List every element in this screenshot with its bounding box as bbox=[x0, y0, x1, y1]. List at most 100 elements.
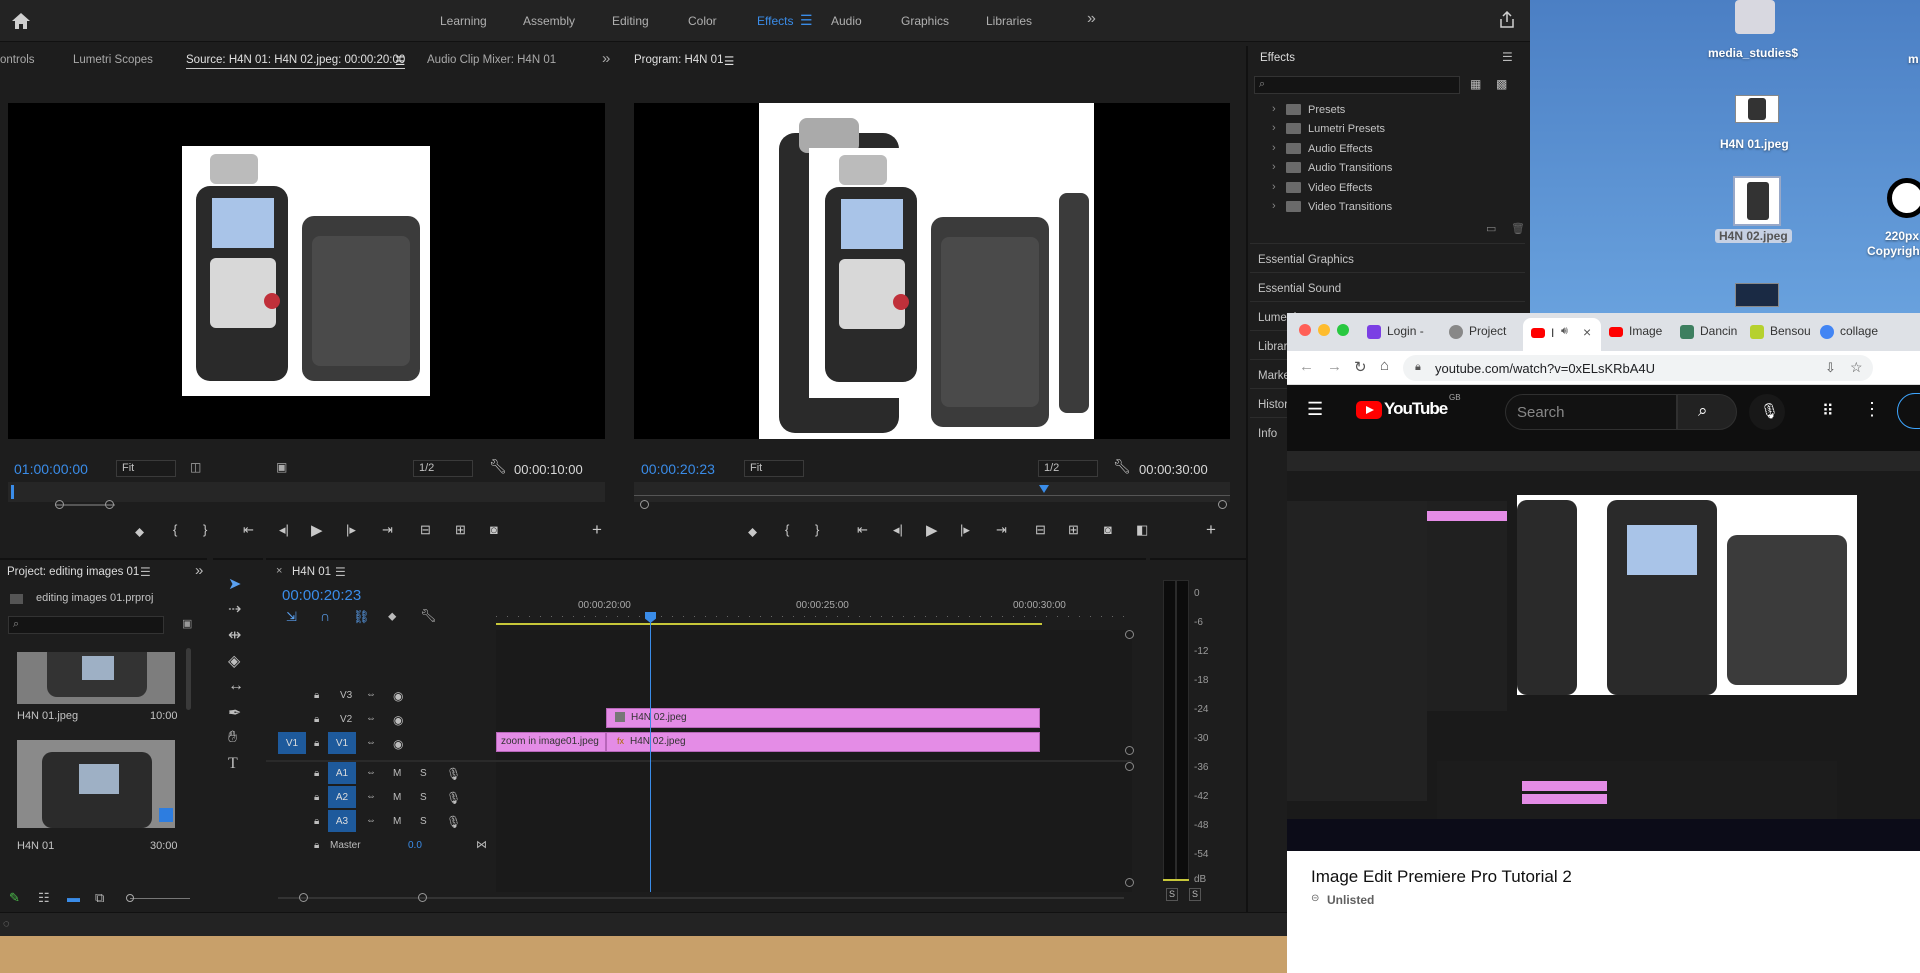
new-bin-icon[interactable]: ▭ bbox=[1486, 222, 1496, 235]
sync-lock-icon[interactable]: ⇔ bbox=[366, 737, 376, 748]
vertical-zoom-handle[interactable] bbox=[1125, 746, 1134, 755]
desktop-icon-label[interactable]: m bbox=[1908, 52, 1919, 66]
program-playhead[interactable] bbox=[1039, 485, 1049, 493]
timeline-horizontal-scroll[interactable] bbox=[278, 897, 1124, 899]
program-step-forward-icon[interactable]: |▸ bbox=[960, 522, 970, 538]
browser-tab[interactable]: Image bbox=[1609, 324, 1673, 348]
minimize-window-button[interactable] bbox=[1318, 324, 1330, 336]
workspace-graphics[interactable]: Graphics bbox=[901, 14, 949, 28]
new-bin-from-search-icon[interactable]: ▣ bbox=[182, 617, 192, 630]
safe-margins-icon[interactable]: ▣ bbox=[276, 460, 287, 474]
youtube-search-button[interactable]: ⌕ bbox=[1677, 394, 1737, 430]
lock-icon[interactable]: 🔒︎ bbox=[314, 690, 319, 701]
back-icon[interactable]: ← bbox=[1299, 358, 1314, 375]
sync-lock-icon[interactable]: ⇔ bbox=[366, 689, 376, 700]
timeline-zoom-right[interactable] bbox=[418, 893, 427, 902]
more-tabs-icon[interactable]: » bbox=[602, 50, 610, 67]
nest-toggle-icon[interactable]: ⇲ bbox=[286, 609, 297, 625]
sync-lock-icon[interactable]: ⇔ bbox=[366, 767, 376, 778]
browser-tab[interactable]: Project bbox=[1449, 324, 1517, 348]
audio-zoom-handle[interactable] bbox=[1125, 878, 1134, 887]
track-label[interactable]: V1 bbox=[328, 732, 356, 754]
lift-icon[interactable]: ⊟ bbox=[1035, 522, 1046, 538]
sign-in-button[interactable] bbox=[1897, 393, 1920, 429]
mic-icon[interactable]: 🎙︎ bbox=[446, 767, 461, 781]
youtube-logo-text[interactable]: YouTube bbox=[1384, 399, 1448, 419]
audio-zoom-handle[interactable] bbox=[1125, 762, 1134, 771]
desktop-icon-label[interactable]: Copyright.s bbox=[1867, 244, 1920, 258]
ripple-edit-tool-icon[interactable]: ⇹ bbox=[228, 625, 241, 645]
home-page-icon[interactable]: ⌂ bbox=[1380, 357, 1389, 374]
track-select-tool-icon[interactable]: ⇢ bbox=[228, 599, 241, 619]
effects-menu-icon[interactable]: ☰ bbox=[1502, 50, 1513, 64]
close-tab-icon[interactable]: × bbox=[1583, 324, 1591, 340]
url-text[interactable]: youtube.com/watch?v=0xELsKRbA4U bbox=[1435, 361, 1655, 376]
maximize-window-button[interactable] bbox=[1337, 324, 1349, 336]
clip-v1-zoom[interactable]: zoom in image01.jpeg bbox=[496, 732, 606, 752]
voice-search-button[interactable]: 🎙︎ bbox=[1749, 394, 1785, 430]
image-file-icon[interactable] bbox=[1735, 95, 1779, 123]
track-label[interactable]: A2 bbox=[328, 786, 356, 808]
program-play-icon[interactable]: ▶ bbox=[926, 521, 938, 539]
youtube-logo-icon[interactable] bbox=[1356, 401, 1382, 419]
program-out-icon[interactable]: } bbox=[815, 522, 819, 537]
apps-grid-icon[interactable]: ⠿ bbox=[1822, 401, 1834, 421]
timeline-ruler[interactable]: 00:00:20:00 00:00:25:00 00:00:30:00 bbox=[496, 596, 1132, 628]
project-menu-icon[interactable]: ☰ bbox=[140, 565, 151, 579]
program-fit-select[interactable]: Fit bbox=[744, 460, 804, 477]
source-menu-icon[interactable]: ☰ bbox=[395, 54, 405, 68]
close-window-button[interactable] bbox=[1299, 324, 1311, 336]
thumbnail-zoom-handle[interactable] bbox=[126, 894, 134, 902]
tab-audio-clip-mixer[interactable]: Audio Clip Mixer: H4N 01 bbox=[427, 54, 556, 66]
hand-tool-icon[interactable]: ✋︎ bbox=[228, 729, 237, 747]
more-workspaces-icon[interactable]: » bbox=[1087, 10, 1096, 28]
sync-lock-icon[interactable]: ⇔ bbox=[366, 815, 376, 826]
mute-button[interactable]: M bbox=[393, 816, 401, 827]
desktop-icon-label[interactable]: 220px bbox=[1885, 229, 1919, 243]
mark-in-icon[interactable]: { bbox=[173, 522, 177, 537]
lock-icon[interactable]: 🔒︎ bbox=[314, 816, 319, 827]
master-value[interactable]: 0.0 bbox=[408, 840, 422, 851]
timeline-timecode[interactable]: 00:00:20:23 bbox=[282, 587, 361, 604]
browser-tab[interactable]: Dancin bbox=[1680, 324, 1744, 348]
source-scrubber[interactable] bbox=[8, 482, 605, 502]
browser-tab[interactable]: Bensou bbox=[1750, 324, 1814, 348]
source-patch-v1[interactable]: V1 bbox=[278, 732, 306, 754]
zoom-handle-right[interactable] bbox=[105, 500, 114, 509]
pencil-icon[interactable]: ✎ bbox=[9, 890, 20, 906]
play-icon[interactable]: ▶ bbox=[311, 521, 323, 539]
project-more-icon[interactable]: » bbox=[195, 562, 203, 579]
desktop-icon-label[interactable]: media_studies$ bbox=[1708, 46, 1798, 60]
browser-tab[interactable]: collage bbox=[1820, 324, 1890, 348]
audio-playing-icon[interactable]: 🔊︎ bbox=[1561, 325, 1568, 338]
extract-icon[interactable]: ⊞ bbox=[1068, 522, 1079, 538]
workspace-color[interactable]: Color bbox=[688, 14, 717, 28]
comparison-view-icon[interactable]: ◧ bbox=[1136, 522, 1148, 538]
add-marker-icon[interactable]: ⬥ bbox=[135, 524, 144, 540]
tab-lumetri-scopes[interactable]: Lumetri Scopes bbox=[73, 54, 153, 66]
active-tab[interactable]: I 🔊︎ × bbox=[1523, 318, 1601, 351]
program-monitor[interactable] bbox=[634, 103, 1230, 439]
bookmark-star-icon[interactable]: ☆ bbox=[1850, 359, 1863, 376]
workspace-menu-icon[interactable]: ☰ bbox=[800, 12, 813, 29]
work-area-bar[interactable] bbox=[496, 623, 1042, 625]
lock-icon[interactable]: 🔒︎ bbox=[314, 714, 319, 725]
tab-effect-controls[interactable]: ontrols bbox=[0, 54, 35, 66]
lock-icon[interactable]: 🔒︎ bbox=[314, 840, 319, 851]
program-step-back-icon[interactable]: ◂| bbox=[893, 522, 903, 538]
program-resolution-select[interactable]: 1/2 bbox=[1038, 460, 1098, 477]
panel-essential-graphics[interactable]: Essential Graphics bbox=[1250, 243, 1525, 272]
install-icon[interactable]: ⇩ bbox=[1825, 360, 1836, 376]
timeline-zoom-left[interactable] bbox=[299, 893, 308, 902]
program-menu-icon[interactable]: ☰ bbox=[724, 54, 734, 68]
image-file-icon-selected[interactable] bbox=[1733, 176, 1781, 226]
lock-icon[interactable]: 🔒︎ bbox=[1415, 361, 1421, 374]
tab-source[interactable]: Source: H4N 01: H4N 02.jpeg: 00:00:20:00 bbox=[186, 54, 406, 69]
linked-selection-icon[interactable]: ⛓︎ bbox=[353, 609, 370, 625]
lock-icon[interactable]: 🔒︎ bbox=[314, 768, 319, 779]
thumbnail-zoom-slider[interactable] bbox=[130, 898, 190, 899]
program-in-icon[interactable]: { bbox=[785, 522, 789, 537]
project-thumb-1[interactable] bbox=[17, 652, 175, 704]
project-title[interactable]: Project: editing images 01 bbox=[7, 566, 139, 578]
slip-tool-icon[interactable]: ↔ bbox=[228, 677, 244, 695]
